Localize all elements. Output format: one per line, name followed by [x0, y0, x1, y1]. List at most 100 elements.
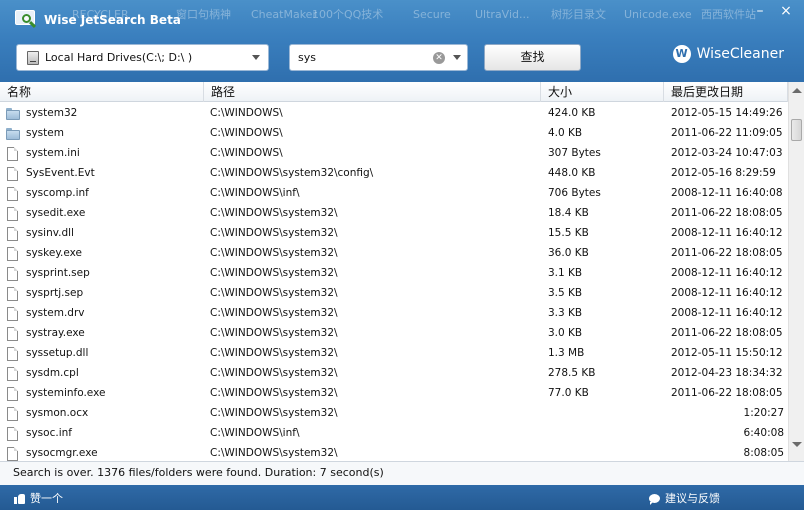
clear-icon[interactable]: ✕	[433, 51, 445, 64]
file-icon	[5, 306, 20, 321]
cell-date: 2011-06-22 11:09:05	[671, 127, 783, 139]
table-row[interactable]: sysoc.inf C:\WINDOWS\inf\ 6:40:08	[0, 423, 788, 443]
table-row[interactable]: sysdm.cpl C:\WINDOWS\system32\ 278.5 KB 201…	[0, 363, 788, 383]
file-icon	[5, 266, 20, 281]
desktop-ghost-label: 树形目录文	[551, 8, 606, 21]
cell-size: 307 Bytes	[548, 147, 601, 159]
drive-select-value: Local Hard Drives(C:\; D:\ )	[45, 51, 193, 64]
cell-name: systray.exe	[0, 326, 204, 341]
column-header-size[interactable]: 大小	[541, 82, 664, 102]
cell-path: C:\WINDOWS\system32\	[210, 367, 338, 379]
cell-name: syskey.exe	[0, 246, 204, 261]
file-name: sysdm.cpl	[26, 367, 79, 379]
cell-path: C:\WINDOWS\system32\	[210, 447, 338, 459]
column-header-date[interactable]: 最后更改日期	[664, 82, 788, 102]
scroll-up-icon[interactable]	[792, 88, 802, 93]
table-row[interactable]: syscomp.inf C:\WINDOWS\inf\ 706 Bytes 2008-…	[0, 183, 788, 203]
vertical-scrollbar[interactable]	[788, 82, 804, 461]
cell-date: 2012-05-16 8:29:59	[671, 167, 776, 179]
cell-name: system.drv	[0, 306, 204, 321]
cell-date: 2011-06-22 18:08:05	[671, 247, 783, 259]
close-button[interactable]: ×	[774, 2, 798, 22]
brand-name: WiseCleaner	[696, 46, 784, 62]
like-button[interactable]: 赞一个	[14, 490, 63, 506]
table-row[interactable]: sysedit.exe C:\WINDOWS\system32\ 18.4 KB 20…	[0, 203, 788, 223]
column-header-path[interactable]: 路径	[204, 82, 541, 102]
table-row[interactable]: systray.exe C:\WINDOWS\system32\ 3.0 KB 201…	[0, 323, 788, 343]
cell-path: C:\WINDOWS\system32\	[210, 347, 338, 359]
drive-select[interactable]: Local Hard Drives(C:\; D:\ )	[16, 44, 269, 71]
file-icon	[5, 226, 20, 241]
table-row[interactable]: system32 C:\WINDOWS\ 424.0 KB 2012-05-15 14…	[0, 103, 788, 123]
cell-date: 2011-06-22 18:08:05	[671, 387, 783, 399]
feedback-button[interactable]: 建议与反馈	[649, 490, 720, 506]
minimize-button[interactable]: –	[748, 2, 772, 22]
cell-path: C:\WINDOWS\system32\	[210, 327, 338, 339]
file-icon	[5, 166, 20, 181]
table-row[interactable]: syskey.exe C:\WINDOWS\system32\ 36.0 KB 201…	[0, 243, 788, 263]
table-row[interactable]: system.drv C:\WINDOWS\system32\ 3.3 KB 2008…	[0, 303, 788, 323]
cell-path: C:\WINDOWS\system32\	[210, 227, 338, 239]
cell-name: systeminfo.exe	[0, 386, 204, 401]
table-row[interactable]: system.ini C:\WINDOWS\ 307 Bytes 2012-03-24…	[0, 143, 788, 163]
search-box[interactable]: ✕	[289, 44, 468, 71]
history-dropdown-icon[interactable]	[453, 55, 461, 60]
cell-name: sysinv.dll	[0, 226, 204, 241]
cell-path: C:\WINDOWS\system32\	[210, 407, 338, 419]
file-name: sysmon.ocx	[26, 407, 89, 419]
cell-name: sysprtj.sep	[0, 286, 204, 301]
table-row[interactable]: sysprtj.sep C:\WINDOWS\system32\ 3.5 KB 200…	[0, 283, 788, 303]
cell-path: C:\WINDOWS\inf\	[210, 427, 300, 439]
cell-path: C:\WINDOWS\	[210, 147, 283, 159]
desktop-ghost-label: CheatMaker	[251, 8, 317, 21]
cell-path: C:\WINDOWS\system32\	[210, 247, 338, 259]
hard-drive-icon	[27, 50, 39, 65]
app-title: Wise JetSearch Beta	[44, 13, 181, 27]
file-icon	[5, 206, 20, 221]
table-row[interactable]: syssetup.dll C:\WINDOWS\system32\ 1.3 MB 20…	[0, 343, 788, 363]
folder-icon	[5, 106, 20, 121]
cell-name: sysmon.ocx	[0, 406, 204, 421]
cell-name: system32	[0, 106, 204, 121]
cell-date: 6:40:08	[743, 427, 784, 439]
file-name: sysocmgr.exe	[26, 447, 98, 459]
cell-date: 2008-12-11 16:40:12	[671, 267, 783, 279]
column-header-name[interactable]: 名称	[0, 82, 204, 102]
cell-date: 1:20:27	[743, 407, 784, 419]
scroll-thumb[interactable]	[791, 119, 802, 141]
file-name: sysoc.inf	[26, 427, 72, 439]
cell-size: 77.0 KB	[548, 387, 589, 399]
table-row[interactable]: system C:\WINDOWS\ 4.0 KB 2011-06-22 11:09:…	[0, 123, 788, 143]
cell-date: 2008-12-11 16:40:12	[671, 307, 783, 319]
cell-path: C:\WINDOWS\system32\	[210, 207, 338, 219]
table-row[interactable]: sysprint.sep C:\WINDOWS\system32\ 3.1 KB 20…	[0, 263, 788, 283]
cell-date: 2012-05-15 14:49:26	[671, 107, 783, 119]
table-row[interactable]: sysmon.ocx C:\WINDOWS\system32\ 1:20:27	[0, 403, 788, 423]
folder-icon	[5, 126, 20, 141]
cell-size: 36.0 KB	[548, 247, 589, 259]
cell-name: SysEvent.Evt	[0, 166, 204, 181]
like-label: 赞一个	[30, 492, 63, 505]
cell-name: sysocmgr.exe	[0, 446, 204, 461]
file-name: system32	[26, 107, 78, 119]
cell-size: 3.1 KB	[548, 267, 583, 279]
search-input[interactable]	[290, 51, 433, 64]
table-row[interactable]: systeminfo.exe C:\WINDOWS\system32\ 77.0 K…	[0, 383, 788, 403]
scroll-down-icon[interactable]	[792, 442, 802, 447]
chevron-down-icon[interactable]	[252, 55, 260, 60]
desktop-ghost-label: UltraVid...	[475, 8, 530, 21]
file-name: sysedit.exe	[26, 207, 86, 219]
table-row[interactable]: sysocmgr.exe C:\WINDOWS\system32\ 8:08:05	[0, 443, 788, 461]
table-row[interactable]: sysinv.dll C:\WINDOWS\system32\ 15.5 KB 200…	[0, 223, 788, 243]
footer-bar: 赞一个 建议与反馈	[0, 485, 804, 510]
file-icon	[5, 326, 20, 341]
file-name: system	[26, 127, 64, 139]
file-name: system.drv	[26, 307, 85, 319]
wisecleaner-logo-icon: W	[672, 45, 691, 63]
cell-date: 2011-06-22 18:08:05	[671, 327, 783, 339]
speech-bubble-icon	[649, 493, 660, 505]
search-button[interactable]: 查找	[484, 44, 581, 71]
table-row[interactable]: SysEvent.Evt C:\WINDOWS\system32\config\ 4…	[0, 163, 788, 183]
title-area: Wise JetSearch Beta	[14, 8, 181, 32]
file-name: systeminfo.exe	[26, 387, 106, 399]
